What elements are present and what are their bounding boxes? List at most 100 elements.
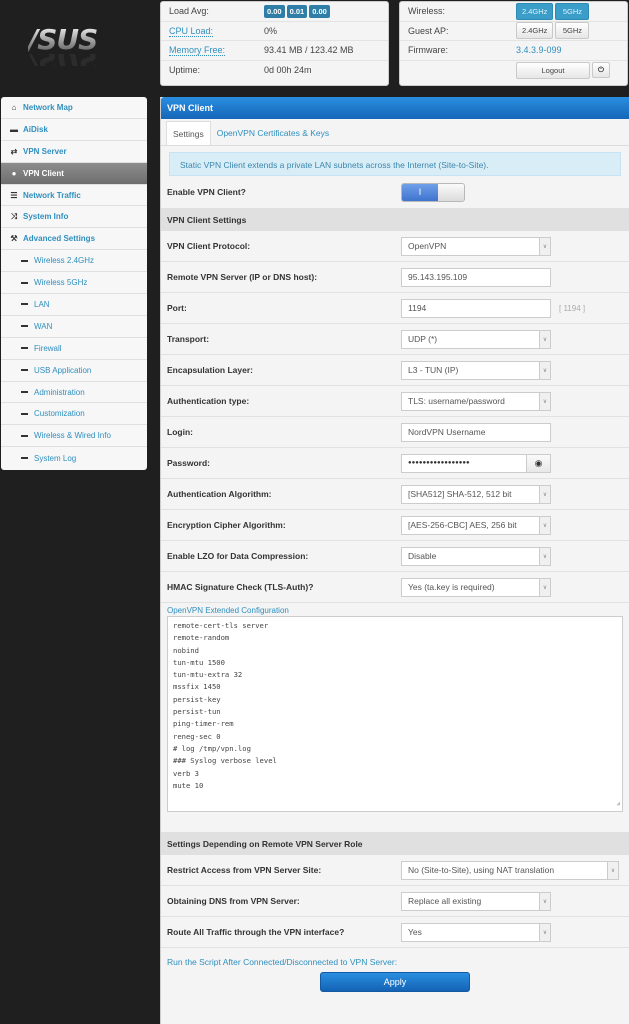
sidebar-subitem-wireless-5[interactable]: Wireless 5GHz <box>1 272 147 295</box>
sidebar-subitem-system-log[interactable]: System Log <box>1 447 147 469</box>
chevron-down-icon: ∨ <box>539 547 550 565</box>
dash-icon <box>21 434 28 437</box>
cipher-row: Encryption Cipher Algorithm: [AES-256-CB… <box>161 510 629 541</box>
apply-button[interactable]: Apply <box>320 972 470 992</box>
password-input[interactable]: ●●●●●●●●●●●●●●●●● <box>401 453 527 473</box>
sidebar-item-network-map[interactable]: ⌂ Network Map <box>1 97 147 119</box>
sidebar-subitem-wan[interactable]: WAN <box>1 316 147 338</box>
home-icon: ⌂ <box>11 102 17 112</box>
login-input[interactable]: NordVPN Username <box>401 422 551 442</box>
encapsulation-select[interactable]: L3 - TUN (IP) ∨ <box>401 360 551 380</box>
sidebar-subitem-wireless-24[interactable]: Wireless 2.4GHz <box>1 250 147 273</box>
sidebar-item-label: VPN Server <box>23 146 67 156</box>
uptime-label: Uptime: <box>169 65 201 76</box>
memory-free-value: 93.41 MB / 123.42 MB <box>264 45 354 56</box>
sidebar-subitem-usb-application[interactable]: USB Application <box>1 360 147 382</box>
cpu-load-link[interactable]: CPU Load: <box>169 25 214 37</box>
chevron-down-icon: ∨ <box>539 892 550 910</box>
sidebar-item-label: AiDisk <box>23 124 48 134</box>
encapsulation-row: Encapsulation Layer: L3 - TUN (IP) ∨ <box>161 355 629 386</box>
sidebar-subitem-customization[interactable]: Customization <box>1 403 147 426</box>
chevron-down-icon: ∨ <box>607 861 618 879</box>
dash-icon <box>21 347 28 350</box>
sidebar-item-system-info[interactable]: ⤨ System Info <box>1 206 147 229</box>
page-title: VPN Client <box>161 97 629 119</box>
tab-openvpn-certificates[interactable]: OpenVPN Certificates & Keys <box>211 121 335 145</box>
enable-vpn-row: Enable VPN Client? I <box>161 176 629 208</box>
resize-grip-icon[interactable]: ◢ <box>616 798 620 810</box>
wireless-5ghz-button[interactable]: 5GHz <box>555 2 590 20</box>
cipher-select[interactable]: [AES-256-CBC] AES, 256 bit ∨ <box>401 515 551 535</box>
guest-ap-row: Guest AP: 2.4GHz 5GHz <box>400 22 627 41</box>
firmware-label: Firmware: <box>408 45 448 56</box>
power-icon[interactable]: ⏻ <box>592 62 610 79</box>
lzo-row: Enable LZO for Data Compression: Disable… <box>161 541 629 572</box>
protocol-select[interactable]: OpenVPN ∨ <box>401 236 551 256</box>
wireless-24ghz-button[interactable]: 2.4GHz <box>516 2 554 20</box>
sidebar-item-label: Network Map <box>23 102 73 112</box>
protocol-row: VPN Client Protocol: OpenVPN ∨ <box>161 231 629 262</box>
uptime-value: 0d 00h 24m <box>264 65 312 76</box>
logout-row: Logout ⏻ <box>400 61 627 81</box>
sidebar-subitem-lan[interactable]: LAN <box>1 294 147 316</box>
system-status-panel: Load Avg: 0.00 0.01 0.00 CPU Load: 0% Me… <box>160 1 389 86</box>
sidebar-subitem-administration[interactable]: Administration <box>1 382 147 404</box>
show-password-eye-icon[interactable]: ◉ <box>527 453 551 473</box>
sidebar-subitem-wireless-wired-info[interactable]: Wireless & Wired Info <box>1 425 147 448</box>
memory-free-link[interactable]: Memory Free: <box>169 45 226 57</box>
dash-icon <box>21 391 28 394</box>
sidebar-item-vpn-client[interactable]: ● VPN Client <box>1 162 147 185</box>
tab-bar: Settings OpenVPN Certificates & Keys <box>161 119 629 146</box>
restrict-access-select[interactable]: No (Site-to-Site), using NAT translation… <box>401 860 619 880</box>
chevron-down-icon: ∨ <box>539 578 550 596</box>
sidebar-item-aidisk[interactable]: ▬ AiDisk <box>1 119 147 141</box>
port-input[interactable]: 1194 <box>401 298 551 318</box>
enable-vpn-toggle[interactable]: I <box>401 182 465 202</box>
transport-select[interactable]: UDP (*) ∨ <box>401 329 551 349</box>
info-alert: Static VPN Client extends a private LAN … <box>169 152 621 176</box>
auth-type-select[interactable]: TLS: username/password ∨ <box>401 391 551 411</box>
load-avg-1: 0.00 <box>264 4 285 18</box>
remote-server-row: Remote VPN Server (IP or DNS host): 95.1… <box>161 262 629 293</box>
lzo-select[interactable]: Disable ∨ <box>401 546 551 566</box>
chevron-down-icon: ∨ <box>539 330 550 348</box>
extended-config-textarea[interactable]: remote-cert-tls server remote-random nob… <box>167 616 623 812</box>
restrict-access-row: Restrict Access from VPN Server Site: No… <box>161 855 629 886</box>
sidebar-item-label: Network Traffic <box>23 190 81 200</box>
sidebar-item-vpn-server[interactable]: ⇄ VPN Server <box>1 141 147 163</box>
guest-5ghz-button[interactable]: 5GHz <box>555 22 590 40</box>
dash-icon <box>21 281 28 284</box>
globe-icon: ● <box>11 168 17 178</box>
dash-icon <box>21 303 28 306</box>
auth-algorithm-select[interactable]: [SHA512] SHA-512, 512 bit ∨ <box>401 484 551 504</box>
chevron-down-icon: ∨ <box>539 237 550 255</box>
tab-settings[interactable]: Settings <box>166 121 211 145</box>
sidebar-item-label: VPN Client <box>23 168 64 178</box>
load-avg-row: Load Avg: 0.00 0.01 0.00 <box>161 2 388 22</box>
sidebar-subitem-firewall[interactable]: Firewall <box>1 338 147 360</box>
chevron-down-icon: ∨ <box>539 485 550 503</box>
extended-config-link[interactable]: OpenVPN Extended Configuration <box>161 603 629 616</box>
guest-ap-label: Guest AP: <box>408 25 449 36</box>
hmac-select[interactable]: Yes (ta.key is required) ∨ <box>401 577 551 597</box>
port-row: Port: 1194 [ 1194 ] <box>161 293 629 324</box>
route-all-select[interactable]: Yes ∨ <box>401 922 551 942</box>
shuffle-icon: ⤨ <box>10 211 18 221</box>
load-avg-label: Load Avg: <box>169 6 209 17</box>
wireless-label: Wireless: <box>408 6 446 17</box>
vpn-server-icon: ⇄ <box>10 146 18 156</box>
asus-logo: /SUS /SUS <box>28 26 128 67</box>
run-script-link[interactable]: Run the Script After Connected/Disconnec… <box>161 948 629 972</box>
hmac-row: HMAC Signature Check (TLS-Auth)? Yes (ta… <box>161 572 629 603</box>
chevron-down-icon: ∨ <box>539 923 550 941</box>
dns-select[interactable]: Replace all existing ∨ <box>401 891 551 911</box>
login-row: Login: NordVPN Username <box>161 417 629 448</box>
dash-icon <box>21 259 28 262</box>
transport-row: Transport: UDP (*) ∨ <box>161 324 629 355</box>
sidebar-item-network-traffic[interactable]: ☰ Network Traffic <box>1 185 147 207</box>
logout-button[interactable]: Logout <box>516 61 590 79</box>
remote-server-input[interactable]: 95.143.195.109 <box>401 267 551 287</box>
firmware-version-link[interactable]: 3.4.3.9-099 <box>516 45 562 55</box>
guest-24ghz-button[interactable]: 2.4GHz <box>516 22 554 40</box>
sidebar-item-advanced-settings[interactable]: ⚒ Advanced Settings <box>1 228 147 251</box>
